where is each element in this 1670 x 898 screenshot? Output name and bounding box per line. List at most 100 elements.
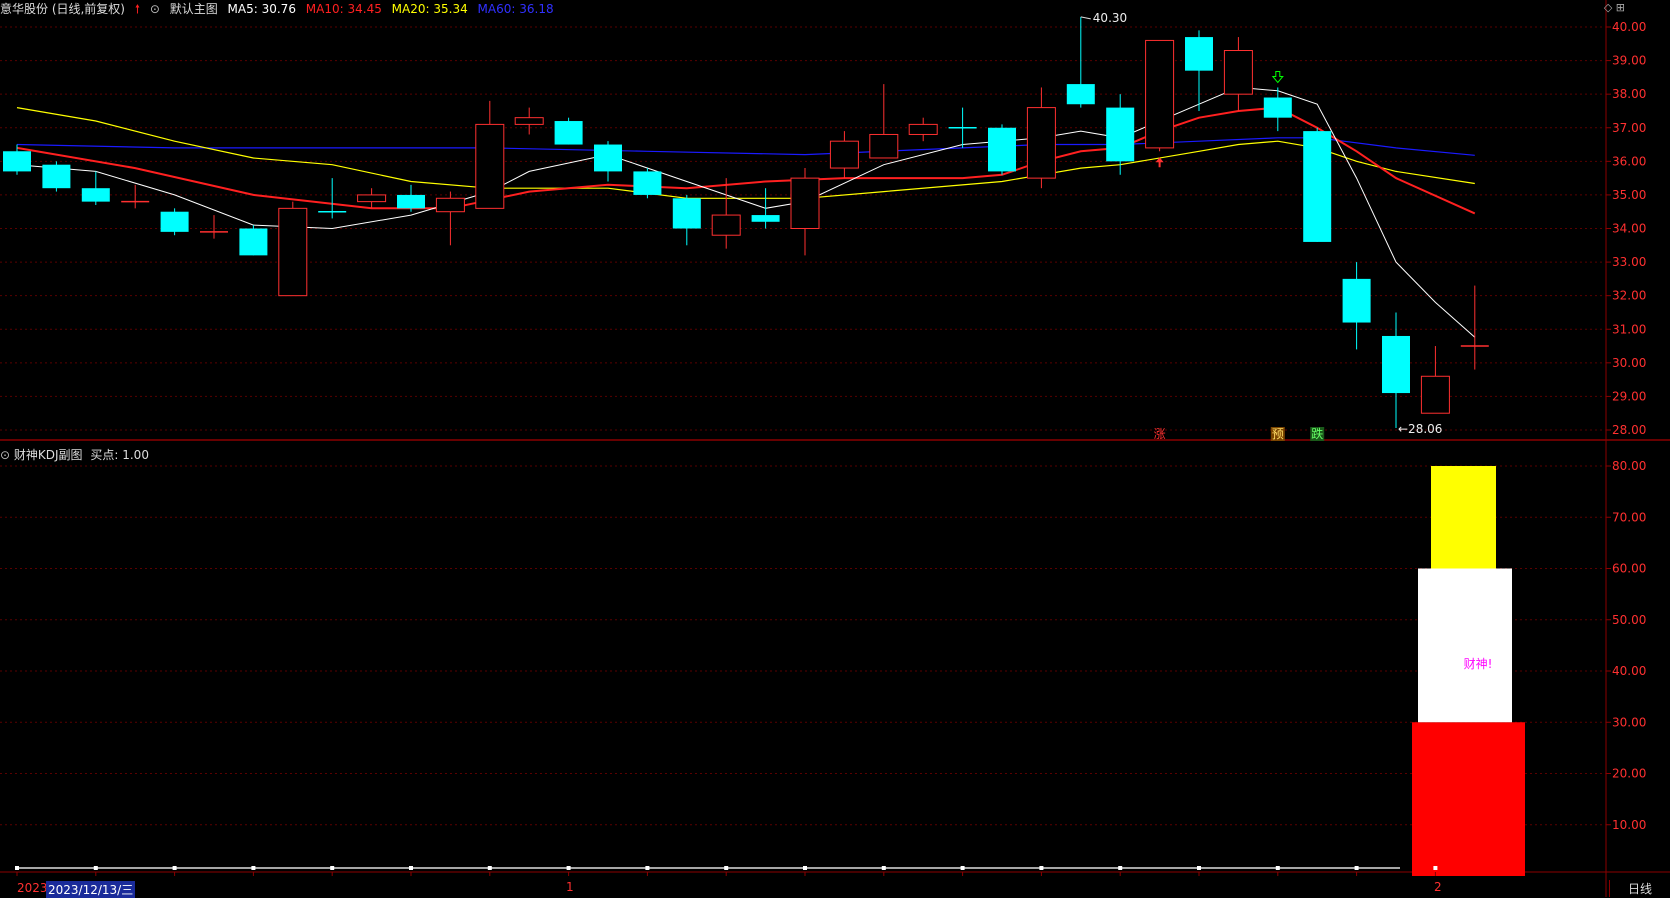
fall-marker: 跌 [1311,426,1323,441]
ma10-line [16,106,1476,215]
candle-body [475,123,505,209]
candle-body [869,133,899,159]
price-tick-label: 32.00 [1612,289,1646,303]
kdj-tick-label: 60.00 [1612,562,1646,576]
candle-body [278,207,308,297]
kdj-tick-label: 80.00 [1612,459,1646,473]
kdj-bar [1412,722,1525,876]
kdj-baseline-dot [724,866,729,870]
candle-body [790,177,820,229]
kdj-tick-label: 30.00 [1612,715,1646,729]
main-chart-label[interactable]: 默认主图 [170,2,218,16]
ma60-line [16,137,1475,156]
stock-chart[interactable]: 40.00 39.00 38.00 37.00 36.00 35.00 34.00 33.00… [0,0,1670,897]
kdj-baseline-dot [566,866,571,870]
kdj-tick-label: 20.00 [1612,767,1646,781]
candle-body [1420,375,1450,414]
price-tick-label: 35.00 [1612,188,1646,202]
predict-marker: 预 [1272,427,1284,441]
price-tick-label: 36.00 [1612,154,1646,168]
kdj-header: ⊙ 财神KDJ副图 买点: 1.00 [0,446,149,463]
candle-body [1026,107,1056,179]
kdj-baseline-dot [330,866,335,870]
kdj-baseline-dot [803,866,807,870]
high-marker-label: 40.30 [1093,11,1127,25]
candle-body [1145,39,1175,149]
price-tick-label: 29.00 [1612,389,1646,403]
kdj-baseline-dot [487,866,492,870]
kdj-baseline-dot [881,866,886,870]
candle-body [711,214,741,236]
candle-body [908,123,938,135]
kdj-baseline-dot [1354,866,1359,870]
price-tick-label: 40.00 [1612,20,1646,34]
kdj-tick-label: 40.00 [1612,664,1646,678]
ma5-label: MA5: 30.76 [227,2,296,16]
candle-body [594,144,622,172]
candle-body [554,121,583,145]
chart-header: 意华股份 (日线,前复权) 🠕 ⊙ 默认主图 MA5: 30.76 MA10: … [0,0,560,16]
cursor-date: 2023/12/13/三 [46,881,136,898]
high-marker-line [1080,16,1091,20]
candle-body [1185,37,1213,71]
candle-body [81,188,110,202]
price-tick-label: 34.00 [1612,222,1646,236]
buy-point-label: 买点: 1.00 [90,448,149,462]
price-tick-label: 38.00 [1612,87,1646,101]
kdj-baseline-dot [645,866,650,870]
time-axis: 2023 2023/12/13/三 1 2 日线 [0,880,1670,898]
kdj-baseline-dot [251,866,256,870]
kdj-tick-label: 10.00 [1612,818,1646,832]
candle-body [1303,131,1332,242]
candle-body [751,215,780,222]
candle-body [988,127,1016,172]
price-tick-label: 30.00 [1612,356,1646,370]
ma5-line [16,86,1476,338]
arrow-up-icon: 🠕 [134,2,140,16]
ma60-label: MA60: 36.18 [477,2,554,16]
candle-body [1066,84,1095,105]
kdj-baseline-dot [93,866,98,870]
year-label: 2023 [17,881,48,895]
sell-arrow-icon [1271,70,1284,84]
candle-body [357,194,387,203]
price-tick-label: 37.00 [1612,121,1646,135]
candle-body [633,171,662,195]
kdj-title[interactable]: 财神KDJ副图 [14,448,83,462]
diamond-icon[interactable]: ◇ [1604,1,1612,14]
kdj-chevron-icon[interactable]: ⊙ [0,448,10,462]
ma10-label: MA10: 34.45 [305,2,382,16]
candle-body [1263,97,1292,118]
price-tick-label: 28.00 [1612,423,1646,437]
kdj-baseline-dot [1118,866,1123,870]
kdj-baseline-dot [960,866,965,870]
candle-body [397,194,425,209]
kdj-tick-label: 50.00 [1612,613,1646,627]
kdj-baseline-dot [1275,866,1280,870]
candle-body [3,151,31,172]
candle-body [514,117,544,125]
kdj-baseline-dot [15,866,19,870]
kdj-bar [1431,466,1496,569]
stock-title[interactable]: 意华股份 (日线,前复权) [0,2,125,16]
candle-body [1223,50,1253,95]
kdj-baseline-dot [1197,866,1201,870]
kdj-baseline-dot [172,866,177,870]
candle-body [435,197,465,213]
candle-body [239,228,268,256]
rise-marker: 涨 [1154,426,1166,441]
kdj-tick-label: 70.00 [1612,510,1646,524]
kdj-baseline-dot [1039,866,1044,870]
ma20-label: MA20: 35.34 [391,2,468,16]
caishen-label: 财神! [1464,657,1493,671]
candle-body [160,211,189,232]
kdj-baseline-dot [409,866,413,870]
chevron-down-icon[interactable]: ⊙ [150,2,160,16]
window-controls: ◇ ⊞ [1604,1,1625,14]
candle-body [1342,278,1371,323]
expand-icon[interactable]: ⊞ [1616,1,1625,14]
candle-body [1106,107,1135,162]
period-button[interactable]: 日线 [1609,880,1670,897]
candle-body [829,140,859,169]
price-tick-label: 33.00 [1612,255,1646,269]
